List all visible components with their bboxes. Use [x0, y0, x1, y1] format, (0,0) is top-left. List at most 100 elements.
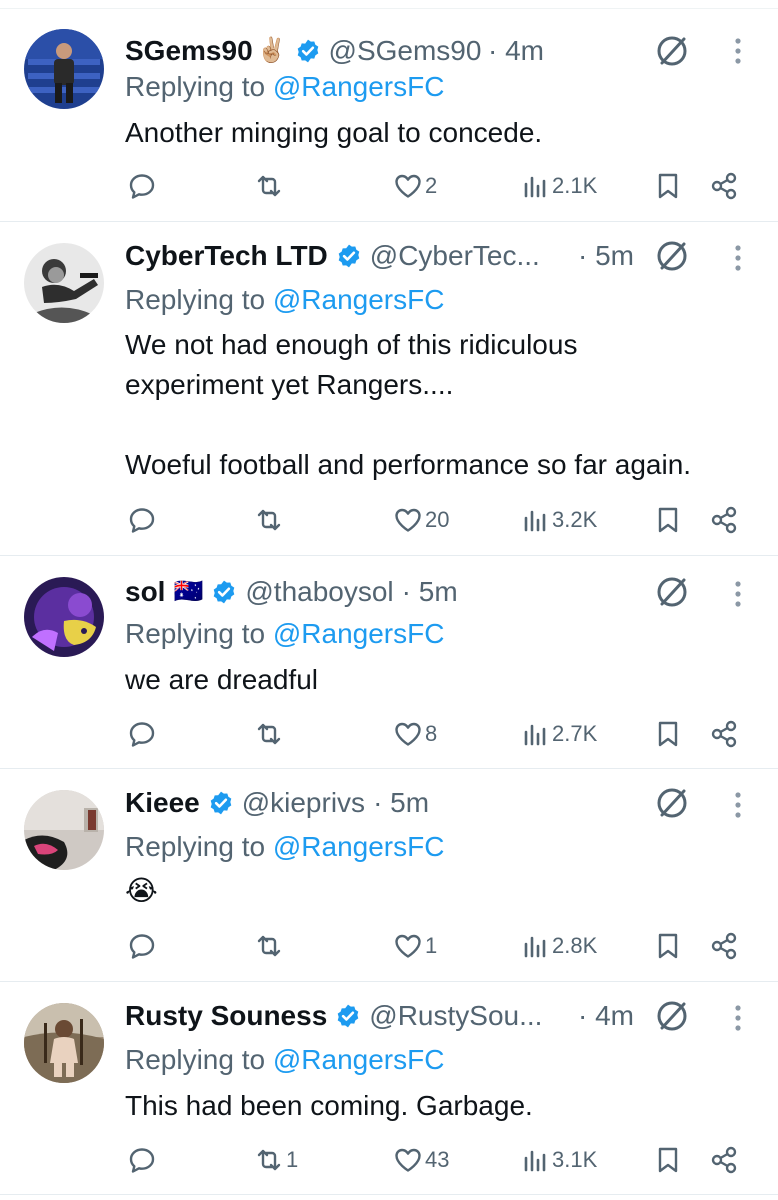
timestamp[interactable]: · 4m: [578, 996, 634, 1036]
more-icon[interactable]: [726, 240, 750, 276]
views-button[interactable]: 2.1K: [520, 166, 597, 206]
bookmark-icon: [658, 933, 678, 959]
reply-icon: [129, 174, 155, 199]
avatar[interactable]: [24, 243, 104, 323]
replying-to-label: Replying to: [125, 1044, 273, 1075]
bookmark-icon: [658, 507, 678, 533]
retweet-icon: [257, 935, 281, 957]
tweet-reply[interactable]: Rusty Souness @RustySou... · 4m Replying…: [0, 982, 778, 1195]
share-icon: [711, 506, 737, 534]
reply-button[interactable]: [127, 1140, 159, 1180]
share-button[interactable]: [709, 500, 739, 540]
retweet-button[interactable]: 1: [254, 1140, 298, 1180]
bookmark-icon: [658, 173, 678, 199]
views-button[interactable]: 2.8K: [520, 926, 597, 966]
retweet-button[interactable]: [254, 500, 286, 540]
grok-icon[interactable]: [654, 238, 690, 274]
display-name[interactable]: Rusty Souness: [125, 996, 327, 1036]
avatar[interactable]: [24, 1003, 104, 1083]
reply-icon: [129, 1148, 155, 1173]
tweet-reply[interactable]: SGems90 ✌🏼 @SGems90 · 4m Replying to @Ra…: [0, 9, 778, 222]
retweet-button[interactable]: [254, 714, 286, 754]
grok-icon[interactable]: [654, 785, 690, 821]
display-name[interactable]: CyberTech LTD: [125, 236, 328, 276]
tweet-header: Kieee @kieprivs · 5m: [125, 783, 429, 823]
views-button[interactable]: 2.7K: [520, 714, 597, 754]
bookmark-button[interactable]: [653, 166, 683, 206]
tweet-text: 😭: [125, 875, 158, 906]
more-icon[interactable]: [726, 1000, 750, 1036]
reply-button[interactable]: [127, 714, 159, 754]
views-icon: [524, 936, 546, 958]
bookmark-button[interactable]: [653, 926, 683, 966]
bookmark-button[interactable]: [653, 1140, 683, 1180]
timestamp[interactable]: · 4m: [488, 31, 544, 71]
like-count: 8: [425, 721, 438, 746]
avatar[interactable]: [24, 790, 104, 870]
views-count: 3.2K: [552, 507, 598, 532]
views-count: 3.1K: [552, 1147, 598, 1172]
handle[interactable]: @RustySou...: [369, 996, 542, 1036]
like-button[interactable]: 43: [393, 1140, 449, 1180]
retweet-button[interactable]: [254, 926, 286, 966]
more-icon[interactable]: [726, 576, 750, 612]
verified-badge-icon: [208, 790, 234, 816]
share-icon: [711, 932, 737, 960]
more-icon[interactable]: [726, 33, 750, 69]
bookmark-button[interactable]: [653, 500, 683, 540]
display-name[interactable]: Kieee: [125, 783, 200, 823]
like-button[interactable]: 1: [393, 926, 437, 966]
tweet-reply[interactable]: sol 🇦🇺 @thaboysol · 5m Replying to @Rang…: [0, 556, 778, 769]
timestamp[interactable]: · 5m: [373, 783, 429, 823]
grok-icon[interactable]: [654, 574, 690, 610]
verified-badge-icon: [335, 1003, 361, 1029]
replying-to-label: Replying to: [125, 831, 273, 862]
like-button[interactable]: 20: [393, 500, 449, 540]
avatar[interactable]: [24, 577, 104, 657]
share-icon: [711, 172, 737, 200]
avatar-image: [24, 29, 104, 109]
handle[interactable]: @CyberTec...: [370, 236, 540, 276]
views-button[interactable]: 3.2K: [520, 500, 597, 540]
more-icon[interactable]: [726, 787, 750, 823]
tweet-reply[interactable]: Kieee @kieprivs · 5m Replying to @Ranger…: [0, 769, 778, 982]
like-count: 2: [425, 173, 438, 198]
like-count: 1: [425, 933, 438, 958]
views-count: 2.7K: [552, 721, 598, 746]
handle[interactable]: @kieprivs: [242, 783, 365, 823]
like-icon: [395, 1148, 421, 1172]
grok-icon[interactable]: [654, 33, 690, 69]
share-button[interactable]: [709, 166, 739, 206]
reply-button[interactable]: [127, 926, 159, 966]
reply-feed: SGems90 ✌🏼 @SGems90 · 4m Replying to @Ra…: [0, 0, 778, 1200]
avatar-image: [24, 790, 104, 870]
like-button[interactable]: 8: [393, 714, 437, 754]
mention-link[interactable]: @RangersFC: [273, 284, 445, 315]
retweet-icon: [257, 175, 281, 197]
bookmark-button[interactable]: [653, 714, 683, 754]
views-button[interactable]: 3.1K: [520, 1140, 597, 1180]
handle[interactable]: @SGems90: [329, 31, 482, 71]
share-button[interactable]: [709, 714, 739, 754]
reply-button[interactable]: [127, 500, 159, 540]
reply-icon: [129, 934, 155, 959]
tweet-reply[interactable]: CyberTech LTD @CyberTec... · 5m Replying…: [0, 222, 778, 556]
display-name[interactable]: sol: [125, 572, 165, 612]
like-button[interactable]: 2: [393, 166, 437, 206]
verified-badge-icon: [295, 38, 321, 64]
reply-button[interactable]: [127, 166, 159, 206]
display-name[interactable]: SGems90: [125, 31, 253, 71]
mention-link[interactable]: @RangersFC: [273, 1044, 445, 1075]
grok-icon[interactable]: [654, 998, 690, 1034]
share-icon: [711, 1146, 737, 1174]
share-button[interactable]: [709, 1140, 739, 1180]
retweet-button[interactable]: [254, 166, 286, 206]
share-button[interactable]: [709, 926, 739, 966]
handle[interactable]: @thaboysol: [245, 572, 393, 612]
mention-link[interactable]: @RangersFC: [273, 71, 445, 102]
avatar[interactable]: [24, 29, 104, 109]
timestamp[interactable]: · 5m: [578, 236, 634, 276]
mention-link[interactable]: @RangersFC: [273, 618, 445, 649]
mention-link[interactable]: @RangersFC: [273, 831, 445, 862]
timestamp[interactable]: · 5m: [402, 572, 458, 612]
